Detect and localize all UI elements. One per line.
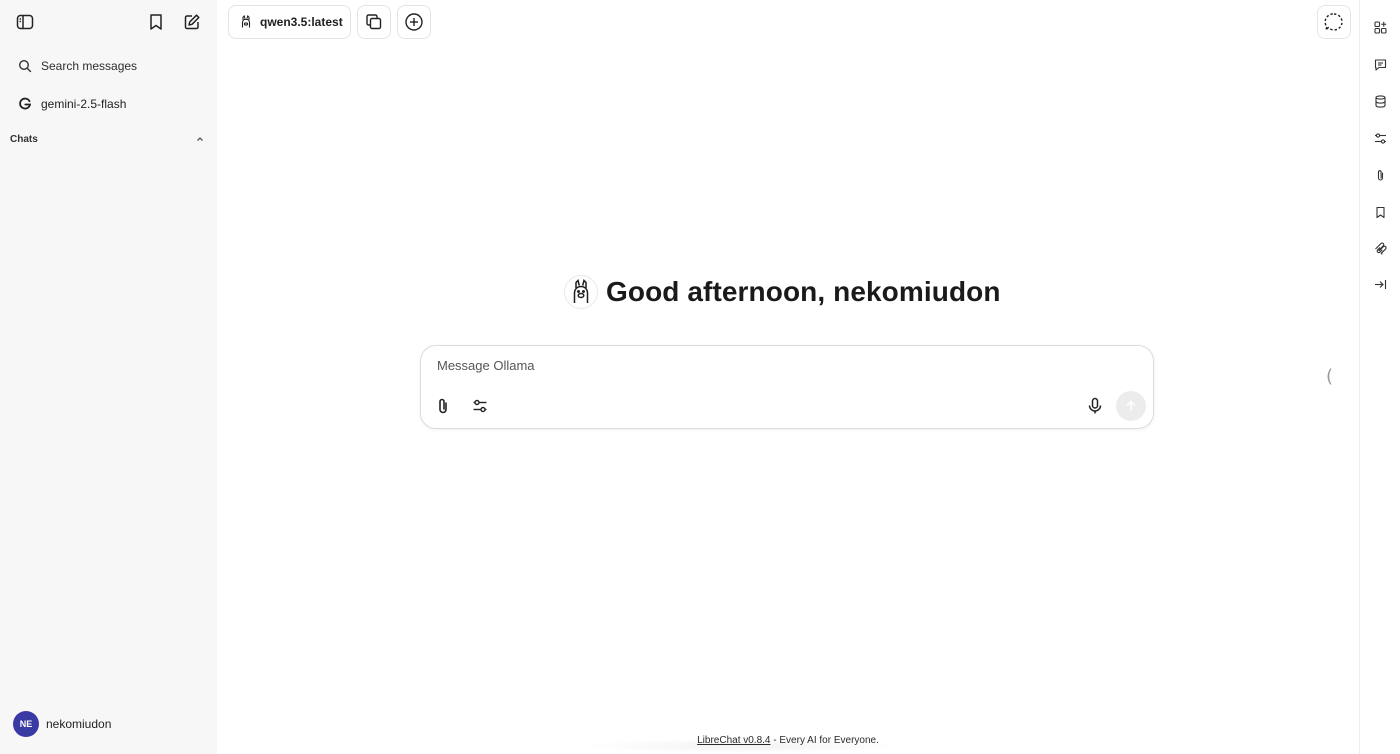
database-icon xyxy=(1374,94,1386,108)
arrow-up-icon xyxy=(1126,400,1136,411)
rail-parameters-button[interactable] xyxy=(1368,126,1392,150)
sidebar-model-label: gemini-2.5-flash xyxy=(41,97,127,111)
bookmarks-button[interactable] xyxy=(142,8,170,36)
google-g-icon xyxy=(19,97,32,110)
search-messages[interactable]: Search messages xyxy=(10,52,208,80)
llama-icon xyxy=(241,15,251,28)
greeting-text: Good afternoon, nekomiudon xyxy=(606,276,1001,307)
sidebar-top-bar xyxy=(0,0,217,44)
chat-settings-button[interactable] xyxy=(466,392,494,420)
rail-collapse-button[interactable] xyxy=(1368,272,1392,296)
search-messages-label: Search messages xyxy=(41,59,138,73)
sidebar-panel-icon xyxy=(16,14,34,30)
bookmark-icon xyxy=(150,14,162,30)
footer-tagline: - Every AI for Everyone. xyxy=(770,735,879,746)
message-input[interactable] xyxy=(437,358,1127,380)
loading-indicator-icon: ( xyxy=(1326,366,1334,387)
search-icon xyxy=(18,59,32,73)
paperclip-icon xyxy=(1377,169,1383,181)
sliders-icon xyxy=(1374,132,1386,144)
user-account-button[interactable]: NE nekomiudon xyxy=(8,709,208,739)
rail-mcp-button[interactable] xyxy=(1368,236,1392,260)
avatar: NE xyxy=(13,711,39,737)
sidebar-model-item[interactable]: gemini-2.5-flash xyxy=(10,90,208,118)
sliders-icon xyxy=(473,399,487,413)
ollama-logo xyxy=(564,275,598,309)
model-selector-button[interactable]: qwen3.5:latest xyxy=(228,5,351,39)
mcp-icon xyxy=(1374,242,1387,255)
microphone-icon xyxy=(1088,397,1102,414)
rail-memories-button[interactable] xyxy=(1368,89,1392,113)
greeting: Good afternoon, nekomiudon xyxy=(564,272,1001,312)
edit-icon xyxy=(184,14,200,30)
right-side-panel xyxy=(1359,0,1400,754)
grid-plus-icon xyxy=(1373,20,1387,34)
temporary-chat-button[interactable] xyxy=(357,5,391,39)
chevron-up-icon xyxy=(197,137,203,141)
rail-prompts-button[interactable] xyxy=(1368,52,1392,76)
new-chat-button[interactable] xyxy=(178,8,206,36)
voice-input-button[interactable] xyxy=(1081,392,1109,420)
chats-section-header[interactable]: Chats xyxy=(10,131,208,147)
attach-file-button[interactable] xyxy=(429,392,457,420)
plus-circle-icon xyxy=(405,13,423,31)
chats-header-label: Chats xyxy=(10,133,38,145)
message-square-icon xyxy=(1374,58,1386,71)
rail-attach-files-button[interactable] xyxy=(1368,163,1392,187)
toggle-sidebar-button[interactable] xyxy=(11,8,39,36)
bookmark-icon xyxy=(1375,206,1385,218)
paperclip-icon xyxy=(439,398,447,414)
rail-bookmarks-button[interactable] xyxy=(1368,200,1392,224)
arrow-right-to-line-icon xyxy=(1374,279,1386,289)
user-name: nekomiudon xyxy=(46,717,112,731)
add-preset-button[interactable] xyxy=(397,5,431,39)
rail-agents-button[interactable] xyxy=(1368,15,1392,39)
sidebar: Search messages gemini-2.5-flash Chats N… xyxy=(0,0,217,754)
send-button[interactable] xyxy=(1116,391,1146,421)
librechat-version-link[interactable]: LibreChat v0.8.4 xyxy=(697,735,770,746)
chat-dashed-icon xyxy=(1324,13,1343,32)
model-selector-label: qwen3.5:latest xyxy=(260,15,343,29)
message-composer xyxy=(420,345,1154,429)
footer: LibreChat v0.8.4 - Every AI for Everyone… xyxy=(217,735,1359,749)
llama-icon xyxy=(573,279,589,303)
copy-icon xyxy=(366,14,382,30)
share-chat-button[interactable] xyxy=(1317,5,1351,39)
